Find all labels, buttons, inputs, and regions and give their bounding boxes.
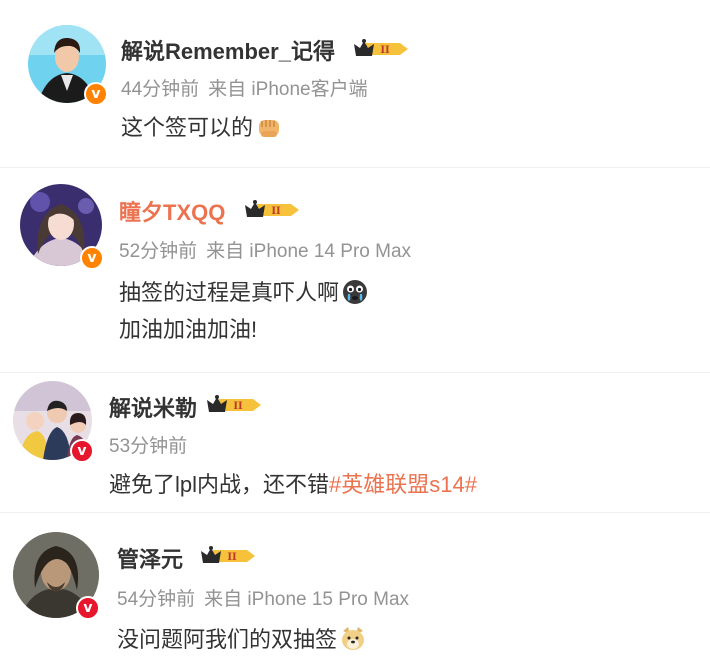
- vip-crown-badge-icon: II: [354, 39, 408, 56]
- crying-face-emoji-icon: [343, 280, 368, 304]
- comment-item: v 管泽元 II 54分钟前 来自 iPhone 15 Pro Max 没问题阿我…: [0, 513, 710, 672]
- comment-meta: 54分钟前 来自 iPhone 15 Pro Max: [117, 584, 409, 611]
- comment-source: 来自 iPhone 14 Pro Max: [206, 241, 412, 262]
- verified-badge-icon: v: [84, 82, 108, 106]
- badge-level: II: [233, 401, 243, 412]
- comment-source: 来自 iPhone客户端: [208, 79, 368, 100]
- vip-crown-badge-icon: II: [201, 546, 255, 563]
- comment-text-content: 没问题阿我们的双抽签: [117, 627, 338, 652]
- comment-text: 没问题阿我们的双抽签: [117, 623, 367, 657]
- comment-text: 抽签的过程是真吓人啊: [119, 276, 369, 310]
- comment-time: 53分钟前: [109, 436, 188, 457]
- comment-item: v 瞳夕TXQQ II 52分钟前 来自 iPhone 14 Pro Max 抽签…: [0, 168, 710, 373]
- badge-level: II: [271, 206, 281, 217]
- comment-text: 这个签可以的: [121, 111, 283, 145]
- comment-time: 52分钟前: [119, 241, 198, 262]
- doge-emoji-icon: [342, 627, 365, 650]
- comment-item: v 解说米勒 II 53分钟前 避免了lpl内战，还不错#英雄联盟s14#: [0, 373, 710, 513]
- comment-text-content: 避免了lpl内战，还不错: [109, 472, 330, 497]
- comment-meta: 44分钟前 来自 iPhone客户端: [121, 74, 368, 101]
- comment-source: 来自 iPhone 15 Pro Max: [204, 589, 410, 610]
- comment-item: v 解说Remember_记得 II 44分钟前 来自 iPhone客户端 这个签…: [0, 0, 710, 168]
- comment-text-line: 加油加油加油!: [119, 317, 258, 342]
- verified-badge-icon: v: [76, 596, 100, 620]
- comment-text-content: 这个签可以的: [121, 115, 254, 140]
- username[interactable]: 管泽元: [117, 542, 183, 574]
- username[interactable]: 瞳夕TXQQ: [119, 195, 225, 227]
- comment-time: 54分钟前: [117, 589, 196, 610]
- comment-text: 加油加油加油!: [119, 313, 257, 347]
- vip-crown-badge-icon: II: [245, 200, 299, 217]
- comment-time: 44分钟前: [121, 79, 200, 100]
- comment-text-line: 抽签的过程是真吓人啊: [119, 280, 340, 305]
- verified-badge-icon: v: [70, 439, 94, 463]
- comment-meta: 53分钟前: [109, 431, 187, 458]
- username[interactable]: 解说Remember_记得: [121, 34, 335, 66]
- badge-level: II: [380, 45, 390, 56]
- vip-crown-badge-icon: II: [207, 395, 261, 412]
- comment-meta: 52分钟前 来自 iPhone 14 Pro Max: [119, 236, 411, 263]
- fist-emoji-icon: [259, 120, 280, 137]
- badge-level: II: [227, 552, 237, 563]
- verified-badge-icon: v: [80, 246, 104, 270]
- comment-text: 避免了lpl内战，还不错#英雄联盟s14#: [109, 468, 477, 502]
- username[interactable]: 解说米勒: [109, 391, 197, 423]
- hashtag-link[interactable]: #英雄联盟s14#: [329, 472, 477, 497]
